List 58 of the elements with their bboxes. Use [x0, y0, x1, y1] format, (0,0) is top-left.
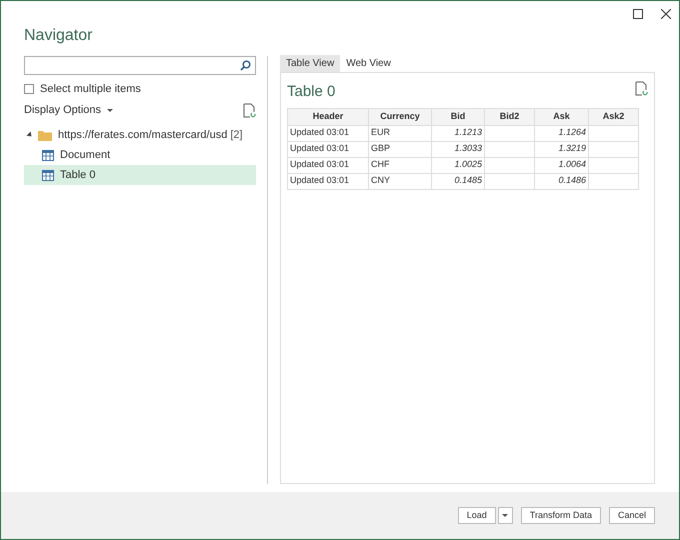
refresh-document-icon[interactable]: [635, 81, 648, 96]
table-cell: Updated 03:01: [288, 141, 368, 157]
table-cell: [588, 173, 638, 189]
checkbox[interactable]: [24, 84, 34, 94]
folder-icon: [38, 130, 52, 140]
table-cell: 0.1486: [534, 173, 588, 189]
caret-icon: [502, 514, 508, 517]
table-cell: GBP: [368, 141, 432, 157]
refresh-document-icon[interactable]: [243, 102, 256, 118]
table-cell: 1.1264: [534, 125, 588, 141]
item-count: [2]: [230, 128, 243, 143]
dialog-button[interactable]: Transform Data: [520, 507, 601, 524]
table-cell: 1.0025: [432, 157, 484, 173]
table-cell: [484, 157, 534, 173]
column-header: Bid: [432, 108, 484, 125]
table-cell: 1.3219: [534, 141, 588, 157]
table-cell: Updated 03:01: [288, 173, 368, 189]
table-cell: CNY: [368, 173, 432, 189]
table-cell: Updated 03:01: [288, 125, 368, 141]
column-header: Currency: [368, 108, 432, 125]
tree-item-label: Table 0: [60, 168, 96, 183]
table-cell: CHF: [368, 157, 432, 173]
table-cell: [588, 157, 638, 173]
table-cell: [484, 173, 534, 189]
tree-item-label: https://ferates.com/mastercard/usd: [58, 128, 228, 143]
table-cell: 0.1485: [432, 173, 484, 189]
tree-item[interactable]: Table 0: [24, 165, 256, 185]
table-cell: [588, 125, 638, 141]
dropdown-button[interactable]: [498, 507, 513, 524]
load-button[interactable]: Load: [458, 507, 496, 524]
column-header: Bid2: [484, 108, 534, 125]
tree-item[interactable]: https://ferates.com/mastercard/usd [2]: [24, 125, 256, 145]
search-icon[interactable]: [240, 60, 251, 71]
preview-title: Table 0: [287, 82, 336, 102]
table-cell: [484, 141, 534, 157]
tab[interactable]: Table View: [280, 55, 340, 72]
table-cell: 1.1213: [432, 125, 484, 141]
display-options-dropdown[interactable]: Display Options: [24, 102, 114, 118]
search-field[interactable]: [24, 56, 256, 75]
close-icon[interactable]: [661, 9, 671, 19]
table-cell: 1.0064: [534, 157, 588, 173]
table-icon: [42, 150, 54, 160]
column-header: Ask2: [588, 108, 638, 125]
expand-arrow-icon[interactable]: [26, 131, 34, 139]
table-icon: [42, 170, 54, 180]
column-header: Ask: [534, 108, 588, 125]
checkbox-label: Select multiple items: [40, 82, 141, 97]
table-cell: [484, 125, 534, 141]
table-cell: [588, 141, 638, 157]
maximize-icon[interactable]: [633, 9, 643, 19]
tree-item-label: Document: [60, 148, 110, 163]
table-cell: 1.3033: [432, 141, 484, 157]
dialog-button[interactable]: Cancel: [608, 507, 655, 524]
table-cell: EUR: [368, 125, 432, 141]
tree-item[interactable]: Document: [24, 145, 256, 165]
window-title: Navigator: [24, 26, 94, 46]
column-header: Header: [288, 108, 368, 125]
table-cell: Updated 03:01: [288, 157, 368, 173]
